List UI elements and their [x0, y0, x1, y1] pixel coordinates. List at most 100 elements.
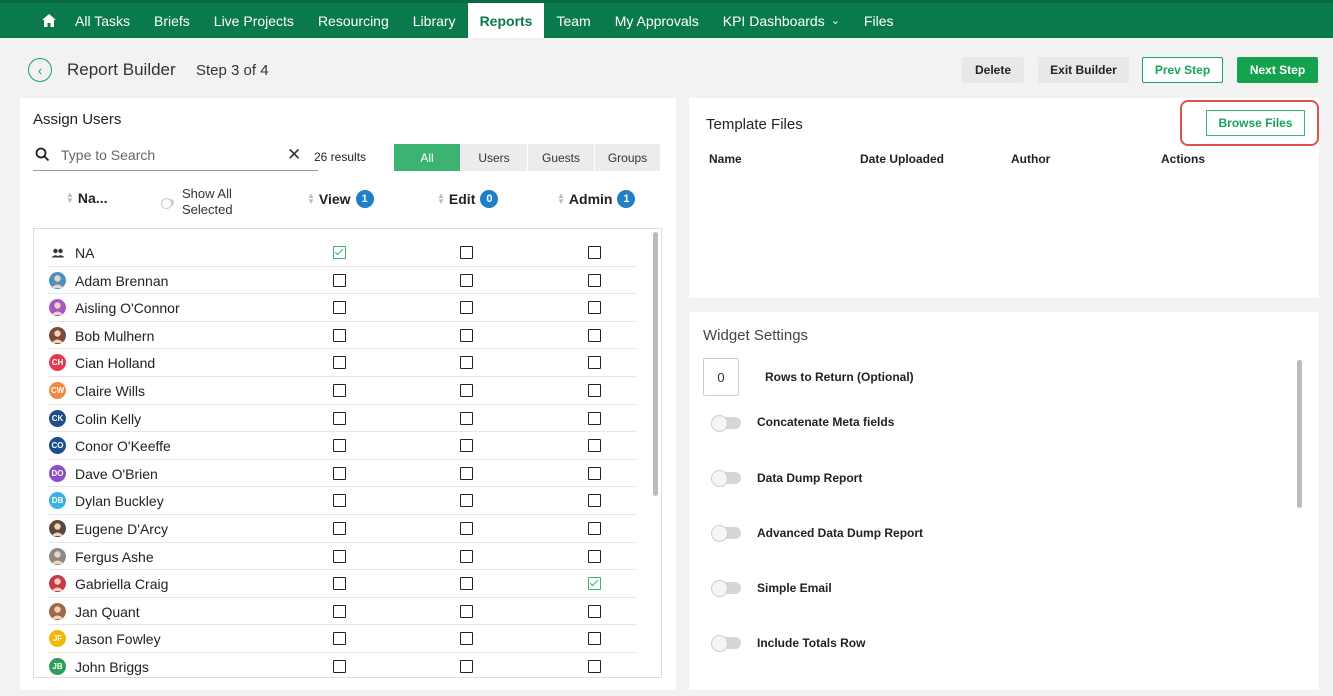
view-checkbox[interactable]	[333, 604, 346, 618]
nav-item-reports[interactable]: Reports	[467, 3, 545, 38]
admin-checkbox[interactable]	[588, 632, 601, 646]
user-row: Adam Brennan	[47, 267, 637, 295]
admin-checkbox[interactable]	[588, 660, 601, 673]
edit-checkbox[interactable]	[460, 577, 473, 591]
edit-checkbox[interactable]	[460, 466, 473, 480]
edit-checkbox[interactable]	[460, 660, 473, 673]
avatar: CW	[49, 382, 66, 399]
view-checkbox[interactable]	[333, 273, 346, 287]
concatenate-meta-toggle[interactable]	[711, 415, 741, 432]
user-name: Conor O'Keeffe	[75, 438, 171, 455]
admin-checkbox[interactable]	[588, 522, 601, 535]
filter-groups[interactable]: Groups	[595, 144, 661, 171]
edit-checkbox[interactable]	[460, 246, 473, 259]
admin-checkbox[interactable]	[588, 466, 601, 480]
search-input[interactable]	[61, 147, 261, 163]
admin-checkbox[interactable]	[588, 577, 601, 591]
name-column-header[interactable]: ▲ ▼ Na...	[66, 190, 108, 206]
filter-users[interactable]: Users	[461, 144, 528, 171]
nav-item-library[interactable]: Library	[401, 3, 468, 38]
admin-checkbox[interactable]	[588, 604, 601, 618]
nav-item-team[interactable]: Team	[544, 3, 602, 38]
admin-checkbox[interactable]	[588, 356, 601, 370]
view-checkbox[interactable]	[333, 411, 346, 425]
edit-checkbox[interactable]	[460, 439, 473, 453]
filter-guests[interactable]: Guests	[528, 144, 595, 171]
view-column-header[interactable]: ▲ ▼ View 1	[307, 190, 374, 208]
next-step-button[interactable]: Next Step	[1237, 57, 1318, 83]
edit-checkbox[interactable]	[460, 328, 473, 342]
view-checkbox[interactable]	[333, 632, 346, 646]
view-checkbox[interactable]	[333, 439, 346, 453]
template-col-name[interactable]: Name	[709, 152, 742, 166]
nav-item-label: Files	[863, 12, 894, 29]
edit-checkbox[interactable]	[460, 494, 473, 508]
list-scrollbar[interactable]	[653, 232, 658, 496]
view-checkbox[interactable]	[333, 301, 346, 315]
delete-button[interactable]: Delete	[962, 57, 1024, 83]
admin-checkbox[interactable]	[588, 411, 601, 425]
view-checkbox[interactable]	[333, 246, 346, 259]
admin-checkbox[interactable]	[588, 494, 601, 508]
admin-checkbox[interactable]	[588, 439, 601, 453]
exit-builder-button[interactable]: Exit Builder	[1038, 57, 1129, 83]
show-all-toggle-switch[interactable]	[161, 197, 174, 209]
admin-checkbox[interactable]	[588, 301, 601, 315]
nav-item-kpi-dashboards[interactable]: KPI Dashboards ⌄	[711, 3, 852, 38]
view-checkbox[interactable]	[333, 384, 346, 397]
edit-checkbox[interactable]	[460, 273, 473, 287]
edit-checkbox[interactable]	[460, 522, 473, 535]
view-checkbox[interactable]	[333, 522, 346, 535]
edit-checkbox[interactable]	[460, 411, 473, 425]
edit-checkbox[interactable]	[460, 301, 473, 315]
template-col-actions: Actions	[1161, 152, 1206, 166]
edit-checkbox[interactable]	[460, 356, 473, 370]
template-col-date[interactable]: Date Uploaded	[860, 152, 944, 166]
home-icon[interactable]	[35, 3, 63, 38]
edit-checkbox[interactable]	[460, 632, 473, 646]
view-checkbox[interactable]	[333, 660, 346, 673]
nav-item-label: My Approvals	[614, 12, 699, 29]
filter-all[interactable]: All	[394, 144, 461, 171]
view-checkbox[interactable]	[333, 577, 346, 591]
data-dump-label: Data Dump Report	[757, 471, 863, 485]
view-checkbox[interactable]	[333, 356, 346, 370]
edit-column-header[interactable]: ▲ ▼ Edit 0	[437, 190, 499, 208]
user-row: Aisling O'Connor	[47, 294, 637, 322]
user-row: DO Dave O'Brien	[47, 460, 637, 488]
nav-item-files[interactable]: Files	[852, 3, 906, 38]
view-checkbox[interactable]	[333, 466, 346, 480]
admin-checkbox[interactable]	[588, 246, 601, 259]
simple-email-toggle[interactable]	[711, 580, 741, 597]
widget-settings-panel: Widget Settings 0 Rows to Return (Option…	[689, 312, 1319, 690]
user-name: Jan Quant	[75, 603, 140, 620]
edit-checkbox[interactable]	[460, 604, 473, 618]
admin-column-header[interactable]: ▲ ▼ Admin 1	[557, 190, 636, 208]
advanced-data-dump-toggle[interactable]	[711, 525, 741, 542]
nav-item-all-tasks[interactable]: All Tasks	[63, 3, 142, 38]
view-checkbox[interactable]	[333, 549, 346, 563]
avatar: CH	[49, 354, 66, 372]
widget-scrollbar[interactable]	[1297, 360, 1302, 508]
nav-item-briefs[interactable]: Briefs	[142, 3, 202, 38]
nav-item-resourcing[interactable]: Resourcing	[306, 3, 401, 38]
data-dump-toggle[interactable]	[711, 470, 741, 487]
prev-step-button[interactable]: Prev Step	[1142, 57, 1223, 83]
view-checkbox[interactable]	[333, 328, 346, 342]
clear-search-icon[interactable]: ✕	[287, 145, 301, 165]
nav-item-live-projects[interactable]: Live Projects	[202, 3, 306, 38]
admin-checkbox[interactable]	[588, 273, 601, 287]
edit-checkbox[interactable]	[460, 384, 473, 397]
admin-checkbox[interactable]	[588, 549, 601, 563]
rows-to-return-input[interactable]: 0	[703, 358, 739, 396]
avatar	[49, 326, 66, 344]
admin-checkbox[interactable]	[588, 384, 601, 397]
edit-checkbox[interactable]	[460, 549, 473, 563]
nav-item-my-approvals[interactable]: My Approvals	[603, 3, 711, 38]
admin-checkbox[interactable]	[588, 328, 601, 342]
template-col-author[interactable]: Author	[1011, 152, 1050, 166]
include-totals-toggle[interactable]	[711, 635, 741, 652]
show-all-selected-toggle[interactable]: Show All Selected	[161, 186, 242, 218]
back-icon[interactable]: ‹	[28, 58, 52, 82]
view-checkbox[interactable]	[333, 494, 346, 508]
